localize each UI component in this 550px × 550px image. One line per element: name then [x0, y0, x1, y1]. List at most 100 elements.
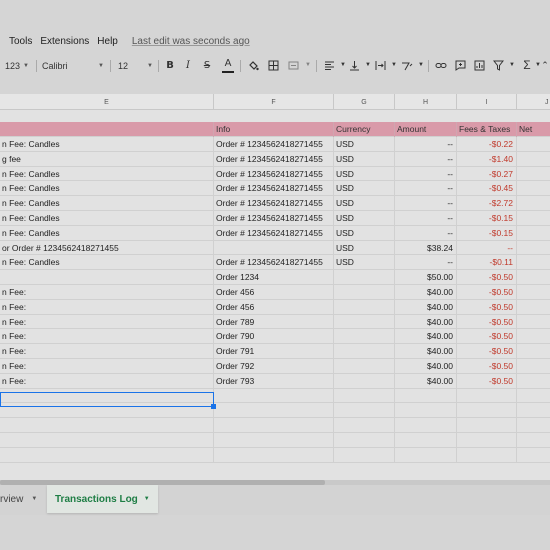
table-cell[interactable]: n Fee:: [0, 344, 214, 359]
table-cell[interactable]: --: [395, 255, 457, 271]
table-cell[interactable]: [517, 270, 550, 285]
chevron-down-icon[interactable]: ▼: [387, 58, 401, 72]
table-cell[interactable]: n Fee: Candles: [0, 166, 214, 182]
table-cell[interactable]: USD: [334, 255, 395, 271]
table-cell[interactable]: -$0.15: [457, 225, 517, 241]
table-cell[interactable]: [334, 359, 395, 374]
table-cell[interactable]: n Fee:: [0, 373, 214, 389]
table-cell[interactable]: $40.00: [395, 299, 457, 315]
align-horizontal-icon[interactable]: [322, 58, 336, 72]
insert-chart-icon[interactable]: [472, 58, 486, 72]
table-cell[interactable]: [214, 418, 334, 433]
table-cell[interactable]: [517, 226, 550, 241]
table-header-cell[interactable]: Net: [517, 122, 550, 137]
table-cell[interactable]: USD: [334, 166, 395, 182]
table-cell[interactable]: --: [395, 137, 457, 152]
table-cell[interactable]: -$0.45: [457, 181, 517, 197]
chevron-down-icon[interactable]: ▼: [31, 496, 37, 502]
sheet-tab-transactions-log[interactable]: Transactions Log ▼: [47, 485, 158, 513]
table-cell[interactable]: [517, 374, 550, 389]
table-header-cell[interactable]: Amount: [395, 122, 457, 137]
table-cell[interactable]: [395, 447, 457, 463]
table-cell[interactable]: [334, 433, 395, 448]
table-cell[interactable]: -$0.50: [457, 329, 517, 345]
table-cell[interactable]: [395, 403, 457, 419]
table-cell[interactable]: -$2.72: [457, 196, 517, 211]
chevron-down-icon[interactable]: ▼: [144, 496, 150, 502]
table-cell[interactable]: [517, 448, 550, 463]
font-size-dropdown[interactable]: 12 ▼: [118, 57, 153, 75]
table-cell[interactable]: -$0.50: [457, 344, 517, 359]
table-cell[interactable]: [517, 211, 550, 226]
table-cell[interactable]: --: [457, 240, 517, 256]
table-cell[interactable]: [0, 418, 214, 433]
last-edit-link[interactable]: Last edit was seconds ago: [132, 36, 250, 47]
chevron-down-icon[interactable]: ▼: [301, 58, 315, 72]
borders-icon[interactable]: [266, 58, 280, 72]
table-cell[interactable]: Order 790: [214, 329, 334, 345]
column-header-f[interactable]: F: [214, 94, 334, 110]
table-cell[interactable]: [334, 418, 395, 433]
table-cell[interactable]: [334, 388, 395, 404]
table-cell[interactable]: Order 456: [214, 299, 334, 315]
table-cell[interactable]: [395, 388, 457, 404]
table-cell[interactable]: Order 793: [214, 373, 334, 389]
table-cell[interactable]: -$0.50: [457, 270, 517, 285]
table-cell[interactable]: [214, 447, 334, 463]
table-cell[interactable]: [457, 388, 517, 404]
fill-handle[interactable]: [211, 404, 216, 409]
text-wrap-icon[interactable]: [373, 58, 387, 72]
table-cell[interactable]: [334, 403, 395, 419]
collapse-toolbar-icon[interactable]: ⌃: [538, 58, 550, 72]
table-cell[interactable]: [0, 447, 214, 463]
table-cell[interactable]: [334, 285, 395, 300]
table-cell[interactable]: USD: [334, 151, 395, 167]
table-cell[interactable]: [517, 329, 550, 344]
menu-extensions[interactable]: Extensions: [40, 36, 89, 47]
table-cell[interactable]: [517, 389, 550, 404]
table-cell[interactable]: [517, 300, 550, 315]
table-cell[interactable]: [457, 403, 517, 419]
table-cell[interactable]: n Fee: Candles: [0, 225, 214, 241]
table-cell[interactable]: Order # 1234562418271455: [214, 137, 334, 152]
table-cell[interactable]: [214, 240, 334, 256]
table-cell[interactable]: USD: [334, 211, 395, 226]
table-cell[interactable]: [517, 152, 550, 167]
table-cell[interactable]: $38.24: [395, 240, 457, 256]
table-cell[interactable]: [334, 344, 395, 359]
table-cell[interactable]: USD: [334, 196, 395, 211]
table-cell[interactable]: [395, 433, 457, 448]
table-cell[interactable]: Order # 1234562418271455: [214, 166, 334, 182]
table-cell[interactable]: or Order # 1234562418271455: [0, 240, 214, 256]
table-cell[interactable]: [457, 433, 517, 448]
table-cell[interactable]: $40.00: [395, 373, 457, 389]
table-cell[interactable]: -$0.50: [457, 373, 517, 389]
align-vertical-icon[interactable]: [347, 58, 361, 72]
table-cell[interactable]: [395, 418, 457, 433]
table-cell[interactable]: [517, 403, 550, 418]
fill-color-icon[interactable]: [246, 58, 260, 72]
table-cell[interactable]: Order 456: [214, 285, 334, 300]
text-rotation-icon[interactable]: [400, 58, 414, 72]
table-cell[interactable]: Order 789: [214, 314, 334, 330]
table-cell[interactable]: [517, 255, 550, 270]
table-cell[interactable]: $40.00: [395, 359, 457, 374]
table-cell[interactable]: Order # 1234562418271455: [214, 211, 334, 226]
table-cell[interactable]: --: [395, 211, 457, 226]
table-cell[interactable]: [517, 418, 550, 433]
bold-icon[interactable]: B: [163, 58, 177, 72]
text-color-icon[interactable]: A: [221, 56, 235, 70]
table-cell[interactable]: n Fee: Candles: [0, 196, 214, 211]
table-cell[interactable]: [0, 433, 214, 448]
table-cell[interactable]: [517, 285, 550, 300]
table-cell[interactable]: [0, 270, 214, 285]
table-cell[interactable]: --: [395, 225, 457, 241]
sheet-tab-overview[interactable]: rview ▼: [0, 485, 40, 513]
table-cell[interactable]: [457, 447, 517, 463]
table-cell[interactable]: [334, 373, 395, 389]
table-cell[interactable]: -$0.50: [457, 299, 517, 315]
menu-help[interactable]: Help: [97, 36, 118, 47]
number-format-dropdown[interactable]: 123 ▼: [5, 57, 29, 75]
table-cell[interactable]: [334, 329, 395, 345]
table-cell[interactable]: -$0.50: [457, 359, 517, 374]
